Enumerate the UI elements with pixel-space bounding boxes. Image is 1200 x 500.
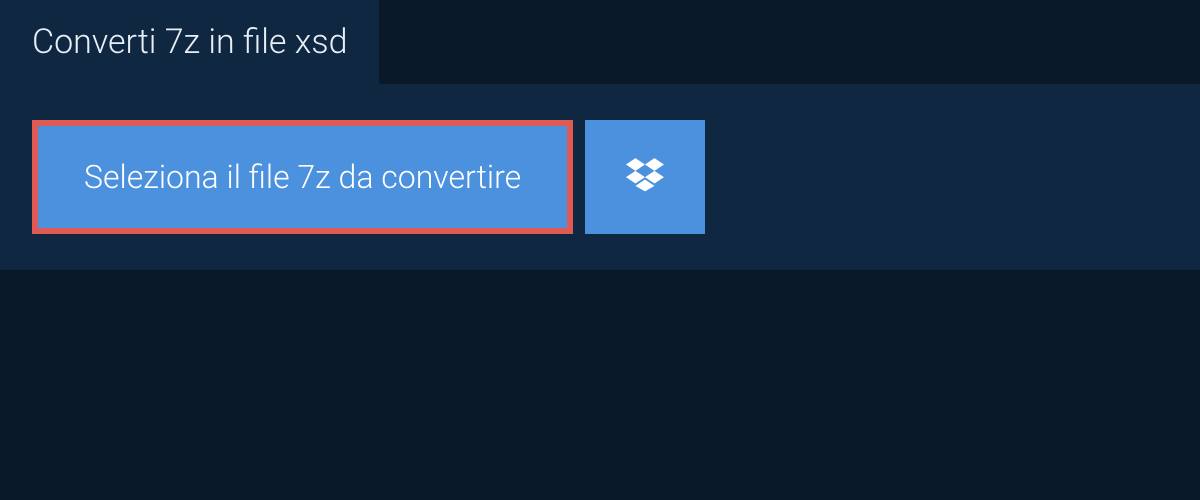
dropbox-upload-button[interactable]	[585, 120, 705, 234]
page-title-tab: Converti 7z in file xsd	[0, 0, 379, 84]
upload-panel: Seleziona il file 7z da convertire	[0, 84, 1200, 270]
dropbox-icon	[625, 155, 665, 199]
select-file-button[interactable]: Seleziona il file 7z da convertire	[32, 120, 573, 234]
select-file-label: Seleziona il file 7z da convertire	[84, 158, 521, 196]
page-title: Converti 7z in file xsd	[32, 22, 347, 62]
